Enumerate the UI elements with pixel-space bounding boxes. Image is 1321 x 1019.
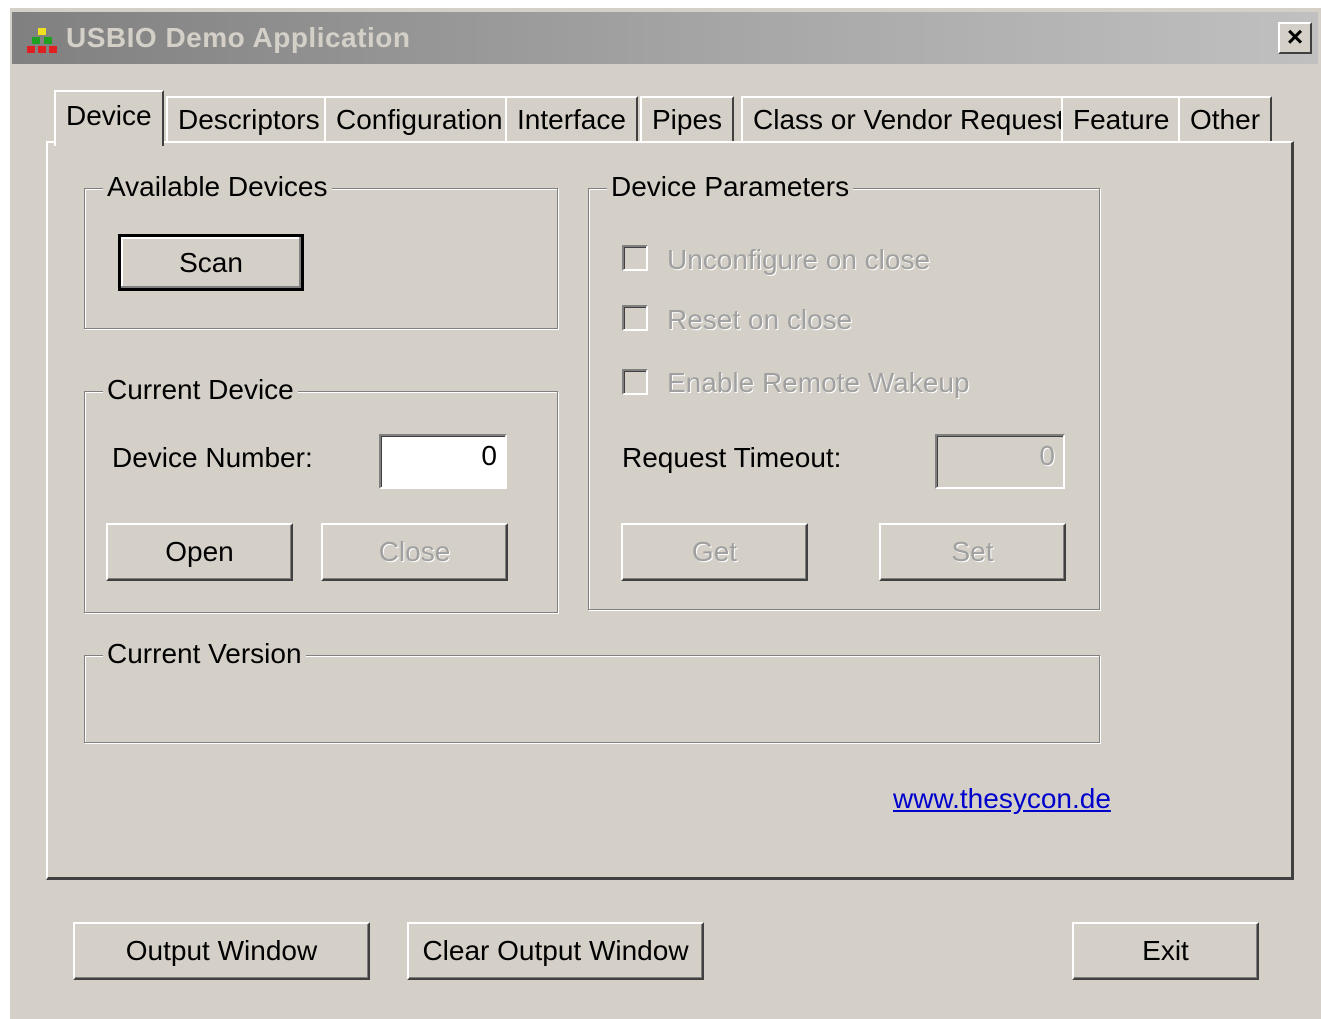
device-number-input[interactable]: 0 xyxy=(379,434,507,489)
current-device-title: Current Device xyxy=(103,374,298,406)
reset-on-close-checkbox xyxy=(622,305,648,331)
tab-configuration[interactable]: Configuration xyxy=(324,96,515,142)
tab-label: Class or Vendor Request xyxy=(753,104,1065,135)
tab-feature[interactable]: Feature xyxy=(1061,96,1182,142)
tab-label: Configuration xyxy=(336,104,503,135)
open-button[interactable]: Open xyxy=(106,523,293,581)
clear-output-window-button-label: Clear Output Window xyxy=(422,935,689,966)
scan-button[interactable]: Scan xyxy=(118,234,304,291)
device-number-label: Device Number: xyxy=(112,442,313,473)
tab-label: Interface xyxy=(517,104,626,135)
close-icon: × xyxy=(1286,21,1304,52)
output-window-button[interactable]: Output Window xyxy=(73,922,370,980)
output-window-button-label: Output Window xyxy=(125,935,318,966)
tab-device[interactable]: Device xyxy=(54,90,164,146)
unconfigure-on-close-label: Unconfigure on close xyxy=(667,244,931,275)
tab-label: Pipes xyxy=(652,104,723,135)
request-timeout-label: Request Timeout: xyxy=(622,442,842,473)
tab-interface[interactable]: Interface xyxy=(505,96,638,142)
set-button-label: Set xyxy=(951,536,994,567)
current-version-group: Current Version xyxy=(84,638,1100,743)
tab-descriptors[interactable]: Descriptors xyxy=(166,96,332,142)
tab-label: Descriptors xyxy=(178,104,320,135)
enable-remote-wakeup-label: Enable Remote Wakeup xyxy=(667,367,970,398)
get-button-label: Get xyxy=(691,536,738,567)
clear-output-window-button[interactable]: Clear Output Window xyxy=(407,922,704,980)
set-button: Set xyxy=(879,523,1066,581)
unconfigure-on-close-checkbox xyxy=(622,245,648,271)
close-window-button[interactable]: × xyxy=(1278,22,1312,54)
available-devices-title: Available Devices xyxy=(103,171,332,203)
request-timeout-input: 0 xyxy=(935,434,1065,489)
tab-label: Feature xyxy=(1073,104,1170,135)
get-button: Get xyxy=(621,523,808,581)
usbio-app-icon xyxy=(27,28,57,53)
enable-remote-wakeup-checkbox xyxy=(622,369,648,395)
exit-button-label: Exit xyxy=(1142,935,1189,966)
close-button: Close xyxy=(321,523,508,581)
tab-pipes[interactable]: Pipes xyxy=(640,96,735,142)
tab-label: Other xyxy=(1190,104,1261,135)
thesycon-website-link[interactable]: www.thesycon.de xyxy=(893,783,1111,815)
device-parameters-title: Device Parameters xyxy=(607,171,854,203)
tab-label: Device xyxy=(66,100,152,131)
scan-button-label: Scan xyxy=(179,246,243,278)
title-bar[interactable]: USBIO Demo Application × xyxy=(12,12,1318,64)
exit-button[interactable]: Exit xyxy=(1072,922,1259,980)
current-version-title: Current Version xyxy=(103,638,306,670)
tab-other[interactable]: Other xyxy=(1178,96,1273,142)
open-button-label: Open xyxy=(165,536,234,567)
close-button-label: Close xyxy=(378,536,451,567)
window-title: USBIO Demo Application xyxy=(66,22,411,53)
reset-on-close-label: Reset on close xyxy=(667,304,853,335)
tab-class-or-vendor-request[interactable]: Class or Vendor Request xyxy=(741,96,1077,142)
